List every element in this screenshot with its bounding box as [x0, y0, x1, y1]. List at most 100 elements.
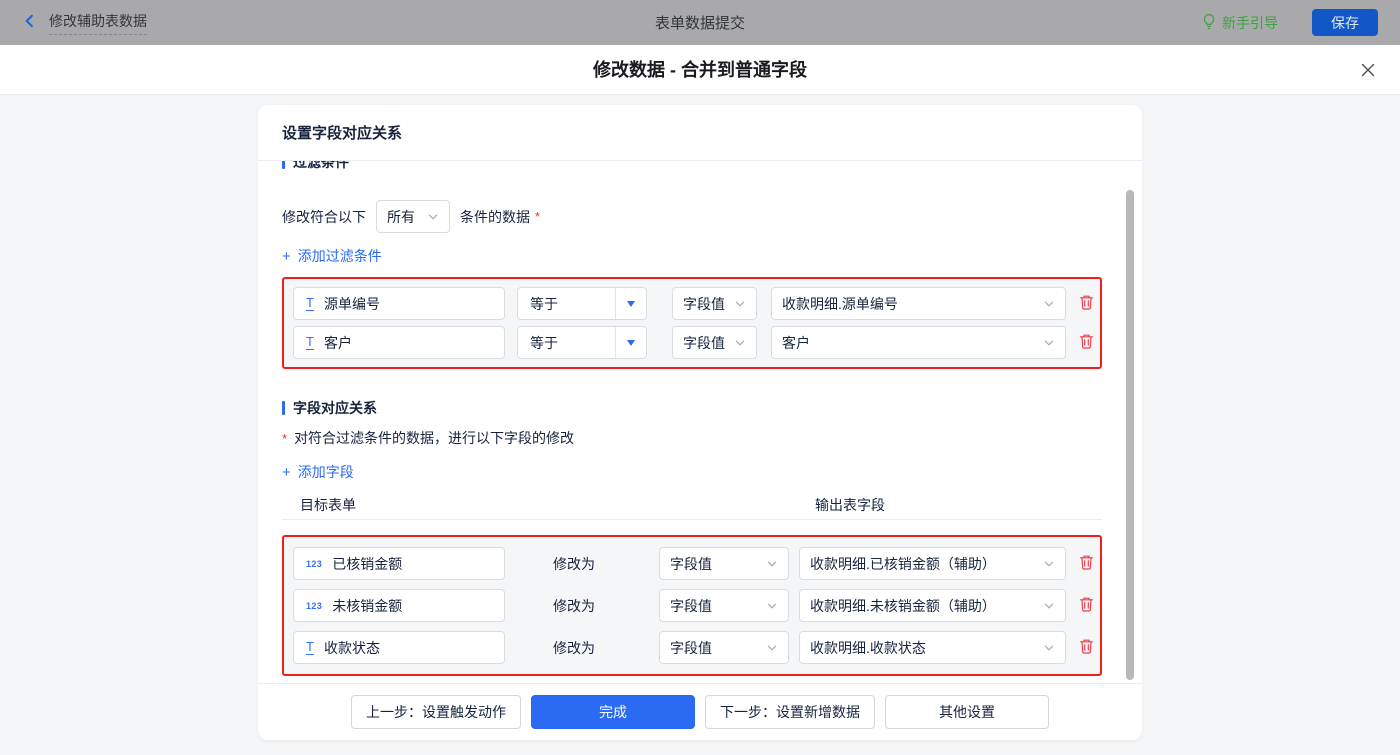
mapping-section-label: 字段对应关系 — [293, 398, 377, 418]
modify-to-label: 修改为 — [553, 554, 613, 574]
close-icon — [1360, 66, 1376, 81]
delete-row-button[interactable] — [1078, 294, 1094, 313]
value-select[interactable]: 客户 — [771, 326, 1066, 359]
value-type: 字段值 — [670, 638, 712, 658]
scroll-area[interactable]: 过滤条件 修改符合以下 所有 条件的数据 * + 添加过滤条件 — [258, 161, 1142, 683]
flow-title[interactable]: 修改辅助表数据 — [49, 11, 147, 35]
prev-step-button[interactable]: 上一步：设置触发动作 — [351, 695, 521, 729]
add-filter-label: 添加过滤条件 — [298, 246, 382, 266]
filter-row: T 源单编号 等于 字段值 收款明细.源单编号 — [293, 287, 1094, 320]
topbar-center-title: 表单数据提交 — [0, 12, 1400, 33]
app-window: 修改辅助表数据 表单数据提交 新手引导 保存 修改数据 - 合并到普通字段 — [0, 0, 1400, 755]
mapping-section-title: 字段对应关系 — [282, 398, 1102, 418]
target-field-name: 未核销金额 — [332, 596, 402, 616]
plus-icon: + — [282, 465, 291, 480]
mapping-description-text: 对符合过滤条件的数据，进行以下字段的修改 — [294, 428, 574, 448]
section-marker-bar — [282, 401, 285, 415]
modal-header: 修改数据 - 合并到普通字段 — [0, 45, 1400, 95]
filter-field-input[interactable]: T 源单编号 — [293, 287, 505, 320]
value-type-select[interactable]: 字段值 — [659, 589, 789, 622]
value-type: 字段值 — [683, 333, 725, 353]
done-button[interactable]: 完成 — [531, 695, 695, 729]
add-field-link[interactable]: + 添加字段 — [282, 462, 354, 482]
value-type: 字段值 — [670, 554, 712, 574]
save-button[interactable]: 保存 — [1312, 9, 1378, 36]
chevron-down-icon — [1043, 337, 1055, 349]
output-field-text: 收款明细.收款状态 — [810, 638, 926, 658]
filter-field-input[interactable]: T 客户 — [293, 326, 505, 359]
column-target-form: 目标表单 — [300, 495, 356, 515]
chevron-down-icon — [1043, 298, 1055, 310]
card-header: 设置字段对应关系 — [258, 105, 1142, 161]
other-settings-button[interactable]: 其他设置 — [885, 695, 1049, 729]
close-button[interactable] — [1360, 62, 1376, 81]
operator-dropdown-handle[interactable] — [615, 327, 646, 358]
delete-row-button[interactable] — [1078, 596, 1094, 615]
value-type: 字段值 — [670, 596, 712, 616]
filter-section-label: 过滤条件 — [293, 161, 349, 172]
chevron-down-icon — [734, 337, 746, 349]
chevron-down-icon — [427, 211, 439, 223]
value-text: 客户 — [782, 333, 810, 353]
chevron-down-icon — [1043, 600, 1055, 612]
filter-section-title: 过滤条件 — [282, 161, 1102, 172]
operator-value: 等于 — [518, 333, 558, 353]
chevron-down-icon — [1043, 642, 1055, 654]
modal-title: 修改数据 - 合并到普通字段 — [0, 45, 1400, 95]
card-title: 设置字段对应关系 — [282, 122, 402, 143]
value-type-select[interactable]: 字段值 — [672, 287, 757, 320]
chevron-down-icon — [766, 558, 778, 570]
next-step-button[interactable]: 下一步：设置新增数据 — [705, 695, 875, 729]
value-type-select[interactable]: 字段值 — [672, 326, 757, 359]
chevron-left-icon — [22, 13, 37, 32]
output-field-select[interactable]: 收款明细.未核销金额（辅助） — [799, 589, 1066, 622]
add-field-label: 添加字段 — [298, 462, 354, 482]
modify-to-label: 修改为 — [553, 596, 613, 616]
lightbulb-icon — [1202, 13, 1216, 33]
delete-row-button[interactable] — [1078, 638, 1094, 657]
settings-card: 设置字段对应关系 过滤条件 修改符合以下 所有 条件的数据 * — [258, 105, 1142, 740]
match-mode-value: 所有 — [387, 207, 415, 227]
filter-row: T 客户 等于 字段值 客户 — [293, 326, 1094, 359]
operator-value: 等于 — [518, 294, 558, 314]
match-mode-select[interactable]: 所有 — [376, 200, 450, 233]
delete-row-button[interactable] — [1078, 554, 1094, 573]
match-prefix-text: 修改符合以下 — [282, 207, 366, 227]
delete-row-button[interactable] — [1078, 333, 1094, 352]
value-type-select[interactable]: 字段值 — [659, 631, 789, 664]
target-field-name: 收款状态 — [324, 638, 380, 658]
target-field-input[interactable]: 123 已核销金额 — [293, 547, 505, 580]
chevron-down-icon — [734, 298, 746, 310]
card-footer: 上一步：设置触发动作 完成 下一步：设置新增数据 其他设置 — [258, 683, 1142, 740]
chevron-down-icon — [1043, 558, 1055, 570]
modify-to-label: 修改为 — [553, 638, 613, 658]
column-output-field: 输出表字段 — [815, 495, 885, 515]
value-text: 收款明细.源单编号 — [782, 294, 898, 314]
filter-field-name: 源单编号 — [324, 294, 380, 314]
dropdown-triangle-icon — [627, 301, 635, 307]
chevron-down-icon — [766, 600, 778, 612]
number-field-icon: 123 — [306, 559, 322, 569]
operator-select[interactable]: 等于 — [517, 326, 647, 359]
trash-icon — [1079, 596, 1094, 615]
beginner-guide-link[interactable]: 新手引导 — [1202, 13, 1278, 33]
output-field-select[interactable]: 收款明细.收款状态 — [799, 631, 1066, 664]
operator-dropdown-handle[interactable] — [615, 288, 646, 319]
output-field-text: 收款明细.未核销金额（辅助） — [810, 596, 996, 616]
back-button[interactable] — [22, 13, 37, 32]
filter-match-row: 修改符合以下 所有 条件的数据 * — [282, 200, 1102, 233]
required-mark: * — [282, 431, 287, 446]
target-field-input[interactable]: T 收款状态 — [293, 631, 505, 664]
value-select[interactable]: 收款明细.源单编号 — [771, 287, 1066, 320]
value-type-select[interactable]: 字段值 — [659, 547, 789, 580]
add-filter-link[interactable]: + 添加过滤条件 — [282, 246, 382, 266]
plus-icon: + — [282, 249, 291, 264]
mapping-row: 123 已核销金额 修改为 字段值 收款明细.已核销金额（辅助） — [293, 547, 1094, 580]
number-field-icon: 123 — [306, 601, 322, 611]
output-field-select[interactable]: 收款明细.已核销金额（辅助） — [799, 547, 1066, 580]
scrollbar-thumb[interactable] — [1126, 190, 1134, 680]
target-field-input[interactable]: 123 未核销金额 — [293, 589, 505, 622]
operator-select[interactable]: 等于 — [517, 287, 647, 320]
section-marker-bar — [282, 161, 285, 169]
filter-rows-highlight: T 源单编号 等于 字段值 收款明细.源单编号 — [282, 277, 1102, 369]
